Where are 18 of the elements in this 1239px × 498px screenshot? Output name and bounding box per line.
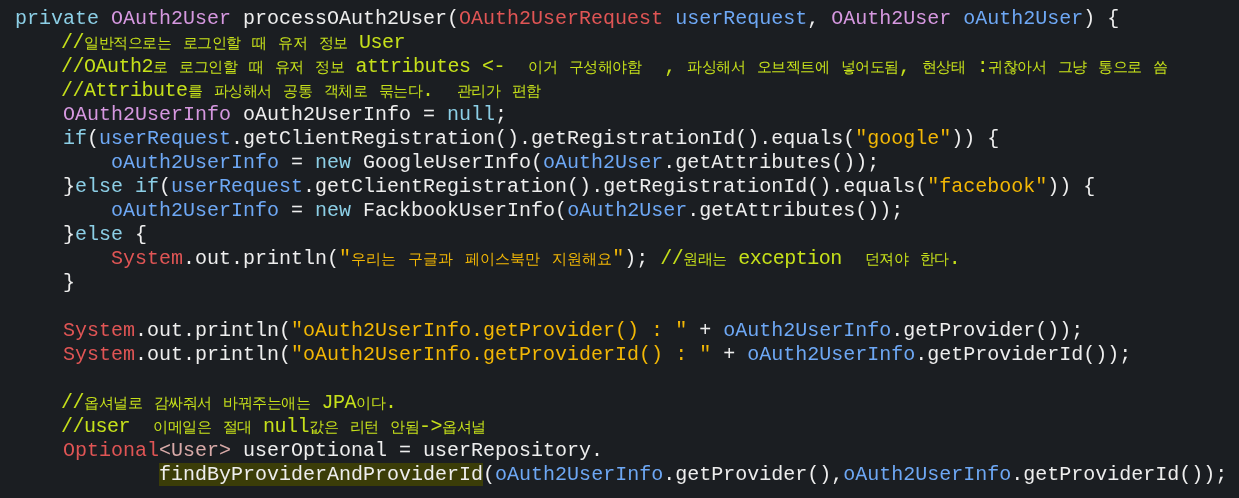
code-line: Optional<User> userOptional = userRepository. [62, 439, 604, 463]
code-line: //일반적으로는 로그인할 때 유저 정보 User [60, 31, 406, 55]
code-line: } [62, 271, 75, 295]
code-line: }else if(userRequest.getClientRegistration().getRegistrationId().equals("facebook")) { [62, 175, 1096, 199]
code-line: System.out.println("우리는 구글과 페이스북만 지원해요"); //원래는 exception 던져야 한다. [110, 247, 961, 271]
code-line: oAuth2UserInfo = new FackbookUserInfo(oAuth2User.getAttributes()); [110, 199, 904, 223]
code-line: }else { [62, 223, 148, 247]
code-line: //Attribute를 파싱해서 공통 객체로 묶는다. 관리가 편함 [60, 79, 541, 103]
code-line: //OAuth2로 로그인할 때 유저 정보 attributes <- 이거 구성해야함 , 파싱해서 오브젝트에 넣어도됨, 현상태 :귀찮아서 그냥 통으로 씀 [60, 55, 1168, 79]
code-line: System.out.println("oAuth2UserInfo.getProvider() : " + oAuth2UserInfo.getProvider()); [62, 319, 1084, 343]
code-line: OAuth2UserInfo oAuth2UserInfo = null; [62, 103, 508, 127]
code-line: //옵셔널로 감싸줘서 바꿔주는애는 JPA이다. [60, 391, 397, 415]
code-line: private OAuth2User processOAuth2User(OAuth2UserRequest userRequest, OAuth2User oAuth2User) { [15, 7, 1120, 31]
code-line: oAuth2UserInfo = new GoogleUserInfo(oAuth2User.getAttributes()); [110, 151, 880, 175]
code-line: findByProviderAndProviderId(oAuth2UserInfo.getProvider(),oAuth2UserInfo.getProviderId()); [158, 463, 1228, 487]
code-line: //user 이메일은 절대 null값은 리턴 안됨->옵셔널 [60, 415, 486, 439]
code-line: System.out.println("oAuth2UserInfo.getProviderId() : " + oAuth2UserInfo.getProviderId()); [62, 343, 1132, 367]
code-line: if(userRequest.getClientRegistration().getRegistrationId().equals("google")) { [62, 127, 1000, 151]
